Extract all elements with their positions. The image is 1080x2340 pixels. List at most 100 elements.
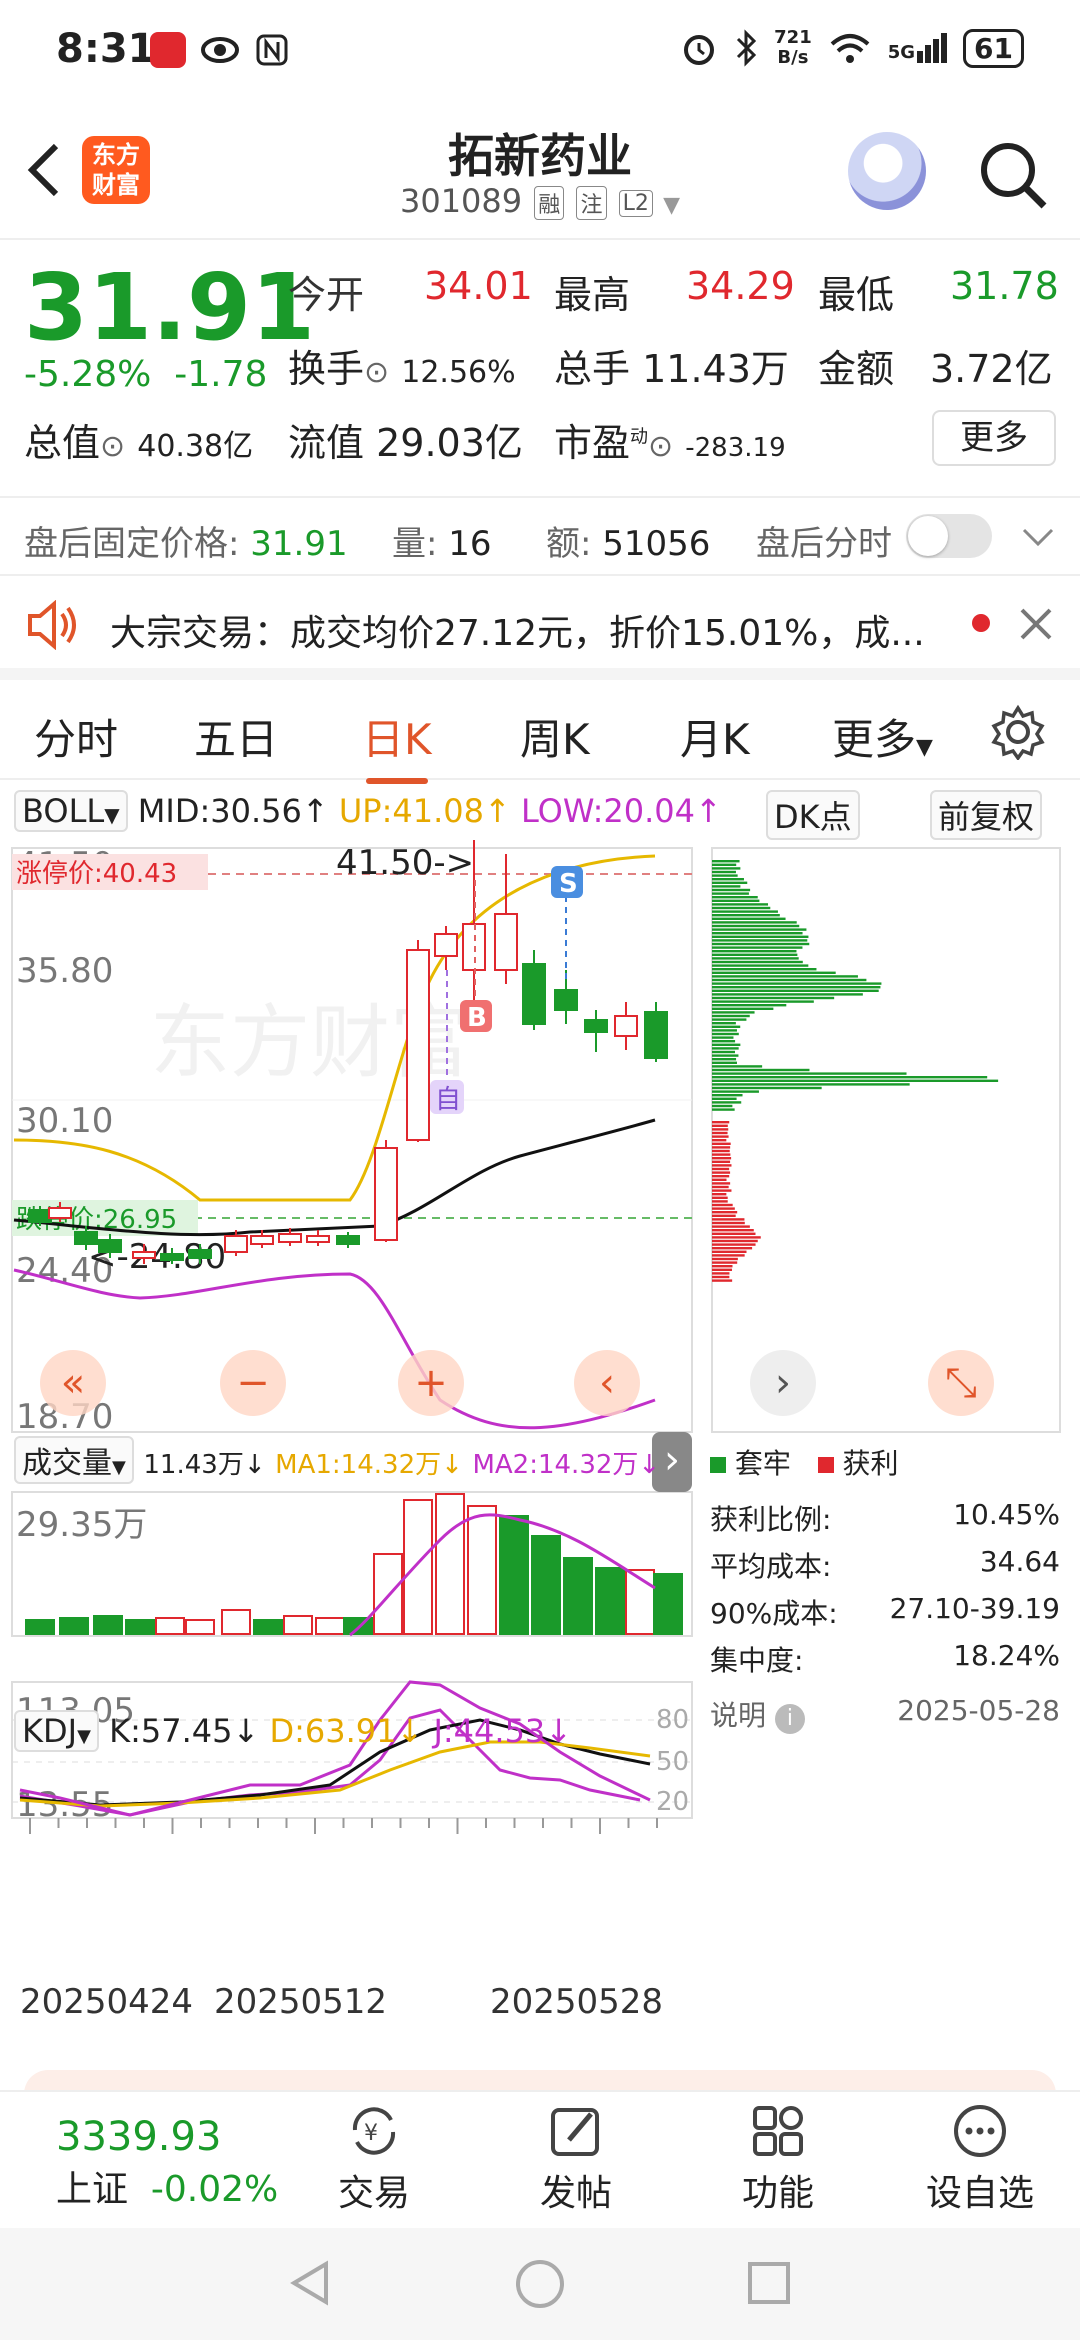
index-ticker[interactable]: 3339.93 上证 -0.02% — [56, 2114, 278, 2212]
nav-set-watchlist[interactable]: 设自选 — [910, 2102, 1050, 2216]
float-cell: 流值 29.03亿 — [288, 412, 523, 467]
volume-bar — [468, 1506, 496, 1634]
edit-post-icon — [547, 2102, 605, 2160]
volume-selector[interactable]: 成交量▼ — [14, 1436, 134, 1484]
date-tick-group — [30, 1818, 657, 1834]
index-change: -0.02% — [151, 2169, 278, 2210]
notice-bar[interactable]: 大宗交易：成交均价27.12元，折价15.01%，成... — [0, 580, 1080, 680]
adjust-button[interactable]: 前复权 — [930, 790, 1042, 840]
system-home-icon[interactable] — [514, 2258, 566, 2310]
tab-more[interactable]: 更多▼ — [832, 706, 933, 767]
tab-weekly-k[interactable]: 周K — [520, 706, 590, 767]
chip-bar-profit — [712, 1139, 726, 1141]
nav-functions[interactable]: 功能 — [708, 2102, 848, 2216]
volume-indicator-bar: 成交量▼ 11.43万↓ MA1:14.32万↓ MA2:14.32万↓ — [14, 1436, 660, 1484]
change-percent: -5.28% — [24, 354, 151, 395]
pe-cell: 市盈动⊙ -283.19 — [554, 412, 786, 467]
volume-bar — [316, 1618, 344, 1634]
search-button[interactable] — [978, 140, 1050, 216]
chip-bar-trapped — [712, 954, 797, 956]
chip-bar-trapped — [712, 1000, 814, 1002]
chip-bar-trapped — [712, 900, 759, 902]
chip-bar-trapped — [712, 1058, 736, 1060]
chip-bar-trapped — [712, 860, 740, 862]
trade-yuan-icon: ¥ — [345, 2102, 403, 2160]
price-change-row: -5.28% -1.78 — [24, 354, 267, 395]
chip-bar-profit — [712, 1121, 729, 1123]
kdj-level-20: 20 — [656, 1787, 689, 1817]
after-hours-amt: 额: 51056 — [546, 516, 710, 565]
chip-bar-trapped — [712, 864, 736, 866]
self-marker-label: 自 — [435, 1085, 461, 1115]
chip-bar-profit — [712, 1240, 758, 1242]
after-hours-toggle[interactable] — [906, 514, 992, 558]
kdj-selector[interactable]: KDJ▼ — [14, 1710, 99, 1752]
chip-bar-trapped — [712, 1047, 739, 1049]
tab-five-day[interactable]: 五日 — [194, 706, 278, 767]
chip-bar-profit — [712, 1189, 731, 1191]
stock-code: 301089 — [400, 182, 522, 220]
system-back-icon[interactable] — [286, 2258, 336, 2308]
chip-bar-trapped — [712, 1098, 737, 1100]
chip-bar-profit — [712, 1153, 730, 1155]
system-recents-icon[interactable] — [744, 2258, 794, 2308]
close-icon[interactable] — [1016, 604, 1056, 644]
nav-post[interactable]: 发帖 — [506, 2102, 646, 2216]
chip-bar-profit — [712, 1200, 728, 1202]
candle-body — [251, 1236, 273, 1244]
step-left-button[interactable]: ‹ — [574, 1350, 640, 1416]
amount-value: 3.72亿 — [930, 338, 1053, 393]
scroll-left-button[interactable]: « — [40, 1350, 106, 1416]
zoom-in-button[interactable]: + — [398, 1350, 464, 1416]
robot-assistant-icon[interactable] — [848, 132, 926, 210]
chip-expand-left-button[interactable]: › — [750, 1350, 816, 1416]
kline-chart-area[interactable]: 东方财富 41.50 35.80 30.10 24.40 18.70 涨停价:4… — [0, 840, 700, 1990]
chip-bar-profit — [712, 1272, 729, 1274]
gear-icon[interactable] — [990, 704, 1046, 760]
chip-bar-trapped — [712, 1072, 907, 1074]
chip-footer: 说明 i 2025-05-28 — [710, 1694, 1060, 1741]
tab-monthly-k[interactable]: 月K — [680, 706, 750, 767]
period-tabs: 分时 五日 日K 周K 月K 更多▼ — [0, 680, 1080, 780]
chevron-down-icon[interactable] — [1020, 522, 1056, 552]
max-price-label: 41.50-> — [336, 843, 474, 883]
bluetooth-icon — [734, 29, 758, 67]
chip-bar-trapped — [712, 1101, 741, 1103]
stock-header: 东方 财富 拓新药业 301089 融 注 L2 ▼ — [0, 104, 1080, 240]
boll-low: LOW:20.04↑ — [521, 792, 722, 830]
fullscreen-button[interactable]: ⤡ — [928, 1350, 994, 1416]
volume-bar — [60, 1618, 88, 1634]
chip-bar-trapped — [712, 936, 808, 938]
chip-bar-trapped — [712, 1040, 735, 1042]
mktcap-cell: 总值⊙ 40.38亿 — [24, 412, 253, 467]
nfc-icon — [254, 32, 290, 68]
zoom-out-button[interactable]: − — [220, 1350, 286, 1416]
amount-label: 金额 — [818, 338, 894, 393]
after-hours-vol: 量: 16 — [392, 516, 492, 565]
chip-bar-trapped — [712, 946, 802, 948]
chip-bar-trapped — [712, 1108, 735, 1110]
tab-intraday[interactable]: 分时 — [34, 706, 118, 767]
chip-bar-profit — [712, 1279, 732, 1281]
more-button[interactable]: 更多 — [932, 410, 1056, 466]
turnover-label: 换手⊙ 12.56% — [288, 338, 516, 393]
date-label-start: 20250424 — [20, 1982, 193, 2022]
tab-daily-k[interactable]: 日K — [362, 706, 432, 767]
chip-stat-row: 平均成本: 34.64 — [710, 1545, 1060, 1592]
app-notification-icon — [150, 32, 186, 68]
battery-icon: 61 — [963, 29, 1024, 68]
kline-panel-frame — [12, 848, 692, 1432]
last-price: 31.91 — [24, 254, 315, 361]
chip-bar-trapped — [712, 1051, 735, 1053]
system-nav-bar — [0, 2228, 1080, 2340]
candle-body — [99, 1240, 121, 1252]
candle-body — [279, 1234, 301, 1242]
high-label: 最高 — [554, 264, 630, 319]
nav-trade[interactable]: ¥ 交易 — [304, 2102, 444, 2216]
info-icon: i — [775, 1704, 805, 1734]
chip-stats: 获利比例: 10.45% 平均成本: 34.64 90%成本: 27.10-39.19… — [710, 1498, 1060, 1741]
dk-point-button[interactable]: DK点 — [766, 790, 860, 840]
chip-bar-profit — [712, 1128, 728, 1130]
alarm-icon — [680, 29, 718, 67]
boll-selector[interactable]: BOLL▼ — [14, 790, 128, 832]
